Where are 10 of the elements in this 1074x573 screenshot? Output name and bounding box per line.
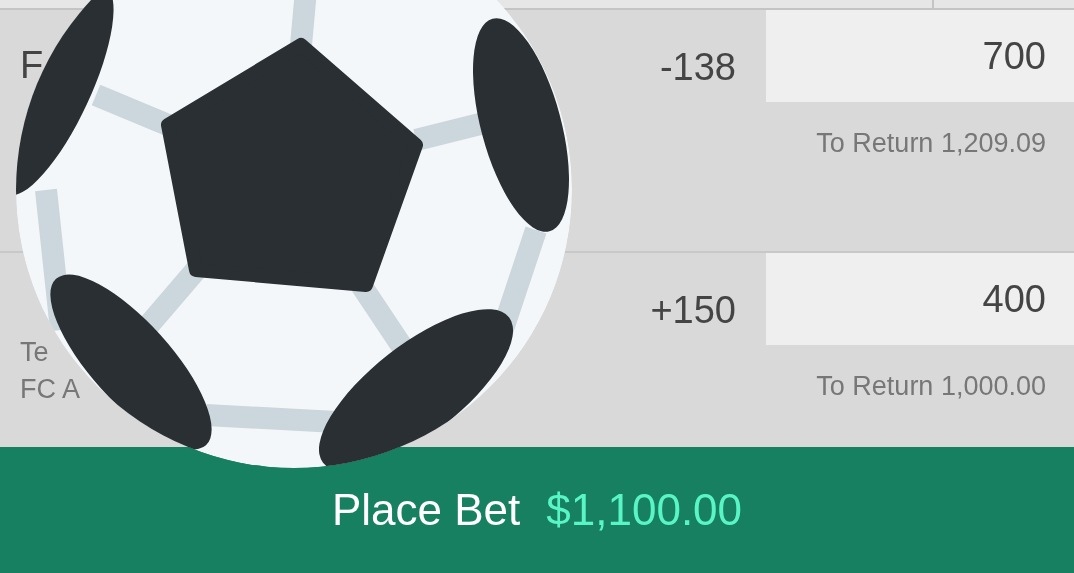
place-bet-button[interactable]: Place Bet $1,100.00 (0, 447, 1074, 573)
to-return-text: To Return 1,000.00 (816, 370, 1047, 402)
odds-value: -138 (659, 45, 737, 90)
selection-detail: Te (20, 337, 50, 368)
selection-detail: FC A (20, 374, 81, 405)
selection-title: F (20, 44, 45, 87)
odds-value: +150 (650, 288, 737, 333)
stake-field[interactable]: 700 (766, 10, 1074, 102)
stake-field[interactable]: 400 (766, 253, 1074, 345)
to-return-text: To Return 1,209.09 (816, 127, 1047, 159)
